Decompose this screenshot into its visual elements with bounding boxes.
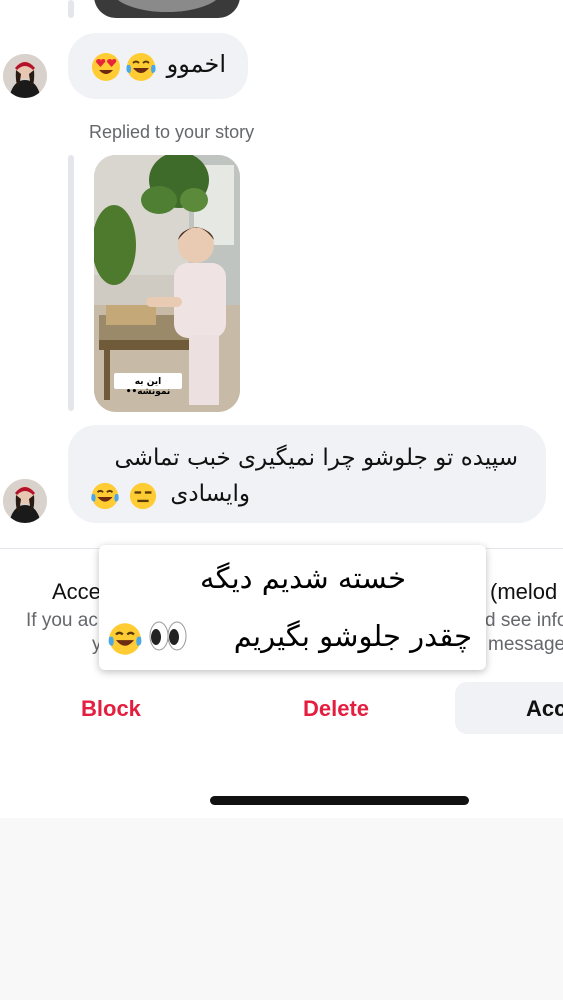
thread-line-story xyxy=(68,155,74,411)
overlay-line-2: چقدر جلوشو بگیریم xyxy=(233,619,472,653)
request-info-right-1: d see info xyxy=(485,610,563,631)
accept-button[interactable]: Acc xyxy=(455,682,563,734)
previous-media-thumbnail[interactable] xyxy=(94,0,240,18)
tears-of-joy-emoji xyxy=(126,53,156,81)
overlay-line-1: خسته شدیم دیگه xyxy=(200,561,406,595)
request-title-right: (melod xyxy=(490,579,558,604)
request-info-right-2: message xyxy=(488,634,563,655)
request-info-left-1: If you ac xyxy=(26,610,98,631)
message-text-line1: سپیده تو جلوشو چرا نمیگیری خبب تماشی xyxy=(114,445,518,471)
tears-of-joy-emoji xyxy=(91,482,119,510)
delete-button[interactable]: Delete xyxy=(303,696,369,722)
thread-line-top xyxy=(68,0,74,18)
eyes-emoji xyxy=(149,621,187,651)
message-bubble-2[interactable]: سپیده تو جلوشو چرا نمیگیری خبب تماشی وای… xyxy=(68,425,546,523)
message-text-line2: وایسادی xyxy=(170,481,250,507)
tears-of-joy-emoji xyxy=(108,623,142,655)
message-bubble-1[interactable]: اخموو xyxy=(68,33,248,99)
avatar[interactable] xyxy=(3,479,47,523)
expressionless-emoji xyxy=(129,482,157,510)
story-caption: این به نمونشه•• xyxy=(125,377,171,397)
home-indicator xyxy=(210,796,469,805)
overlay-caption: خسته شدیم دیگه چقدر جلوشو بگیریم xyxy=(99,545,486,670)
heart-eyes-emoji xyxy=(92,53,120,81)
avatar[interactable] xyxy=(3,54,47,98)
request-title-left: Acce xyxy=(52,579,101,604)
accept-button-label: Acc xyxy=(526,696,563,721)
message-text: اخموو xyxy=(166,50,226,78)
bottom-area xyxy=(0,818,563,1000)
block-button[interactable]: Block xyxy=(81,696,141,722)
story-reply-label: Replied to your story xyxy=(89,122,255,142)
story-image[interactable]: این به نمونشه•• xyxy=(94,155,240,412)
